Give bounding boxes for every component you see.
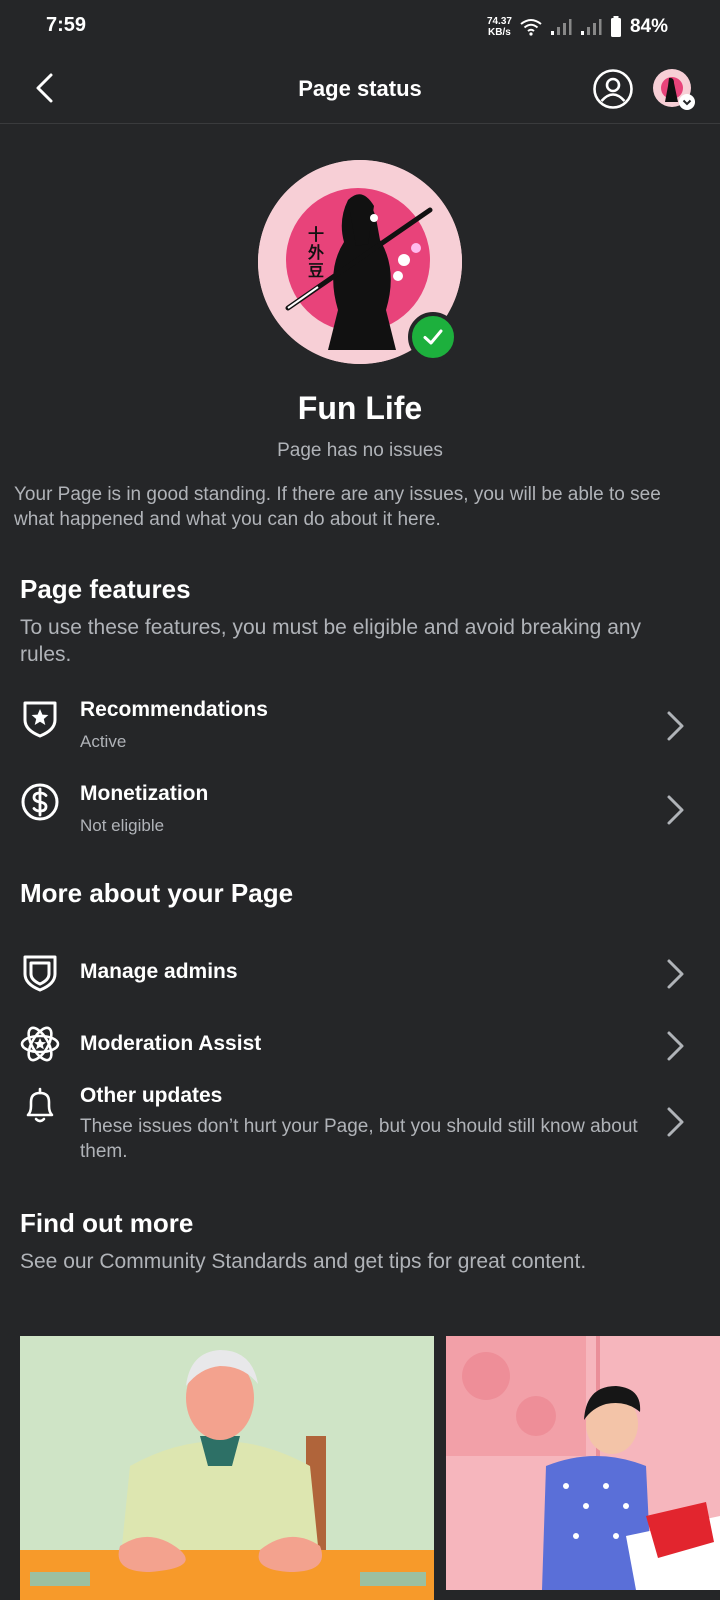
app-header: Page status bbox=[0, 56, 720, 124]
signal-icon bbox=[550, 19, 572, 35]
tips-card-great-content[interactable] bbox=[446, 1336, 720, 1590]
battery-percentage: 84% bbox=[629, 16, 668, 37]
wifi-icon bbox=[520, 19, 542, 36]
chevron-right-icon bbox=[667, 711, 684, 741]
more-label: Manage admins bbox=[80, 960, 238, 983]
more-row-moderation-assist[interactable]: Moderation Assist bbox=[0, 1016, 720, 1076]
feature-status: Active bbox=[80, 732, 127, 751]
feature-label: Recommendations bbox=[80, 698, 268, 721]
status-bar: 7:59 74.37 KB/s 84% bbox=[0, 0, 720, 52]
svg-text:豆: 豆 bbox=[308, 261, 324, 280]
chevron-right-icon bbox=[667, 959, 684, 989]
more-label: Moderation Assist bbox=[80, 1032, 262, 1055]
more-description: These issues don’t hurt your Page, but y… bbox=[80, 1116, 638, 1162]
page-name: Fun Life bbox=[297, 390, 423, 426]
tips-card-community-standards[interactable] bbox=[20, 1336, 434, 1600]
section-desc-find-out-more: See our Community Standards and get tips… bbox=[20, 1250, 587, 1273]
svg-text:外: 外 bbox=[307, 243, 324, 262]
verified-badge bbox=[408, 312, 458, 362]
dollar-circle-icon bbox=[21, 783, 59, 821]
feature-label: Monetization bbox=[80, 782, 209, 805]
standing-message: Your Page is in good standing. If there … bbox=[14, 484, 661, 530]
page-avatar-small bbox=[653, 69, 695, 110]
profile-button[interactable] bbox=[592, 68, 634, 110]
card-illustration-woman-at-laptop bbox=[446, 1336, 720, 1590]
chevron-right-icon bbox=[667, 1107, 684, 1137]
section-title-page-features: Page features bbox=[20, 574, 191, 604]
battery-icon bbox=[610, 16, 621, 37]
page-status-summary: Page has no issues bbox=[277, 440, 443, 461]
bell-icon bbox=[26, 1087, 54, 1123]
card-illustration-man-at-table bbox=[20, 1336, 434, 1600]
section-desc-page-features: To use these features, you must be eligi… bbox=[20, 616, 642, 666]
chevron-right-icon bbox=[667, 1031, 684, 1061]
signal-icon bbox=[580, 19, 602, 35]
more-row-other-updates[interactable]: Other updates These issues don’t hurt yo… bbox=[0, 1084, 720, 1184]
svg-text:十: 十 bbox=[308, 225, 324, 244]
shield-icon bbox=[23, 955, 57, 992]
chevron-right-icon bbox=[667, 795, 684, 825]
section-title-find-out-more: Find out more bbox=[20, 1208, 194, 1238]
profile-icon bbox=[593, 69, 633, 109]
feature-row-recommendations[interactable]: Recommendations Active bbox=[0, 690, 720, 766]
shield-star-icon bbox=[23, 701, 57, 738]
check-icon bbox=[423, 329, 443, 345]
feature-row-monetization[interactable]: Monetization Not eligible bbox=[0, 776, 720, 852]
status-time: 7:59 bbox=[46, 14, 87, 36]
more-label: Other updates bbox=[80, 1084, 223, 1107]
page-switcher-button[interactable] bbox=[652, 68, 696, 112]
network-speed: 74.37 KB/s bbox=[487, 16, 512, 38]
network-speed-value: 74.37 bbox=[486, 16, 512, 27]
feature-status: Not eligible bbox=[80, 816, 165, 835]
network-speed-unit: KB/s bbox=[488, 27, 511, 38]
atom-star-icon bbox=[20, 1026, 60, 1062]
section-title-more-about: More about your Page bbox=[20, 878, 294, 908]
status-indicators: 74.37 KB/s 84% bbox=[487, 14, 668, 40]
more-row-manage-admins[interactable]: Manage admins bbox=[0, 944, 720, 1004]
